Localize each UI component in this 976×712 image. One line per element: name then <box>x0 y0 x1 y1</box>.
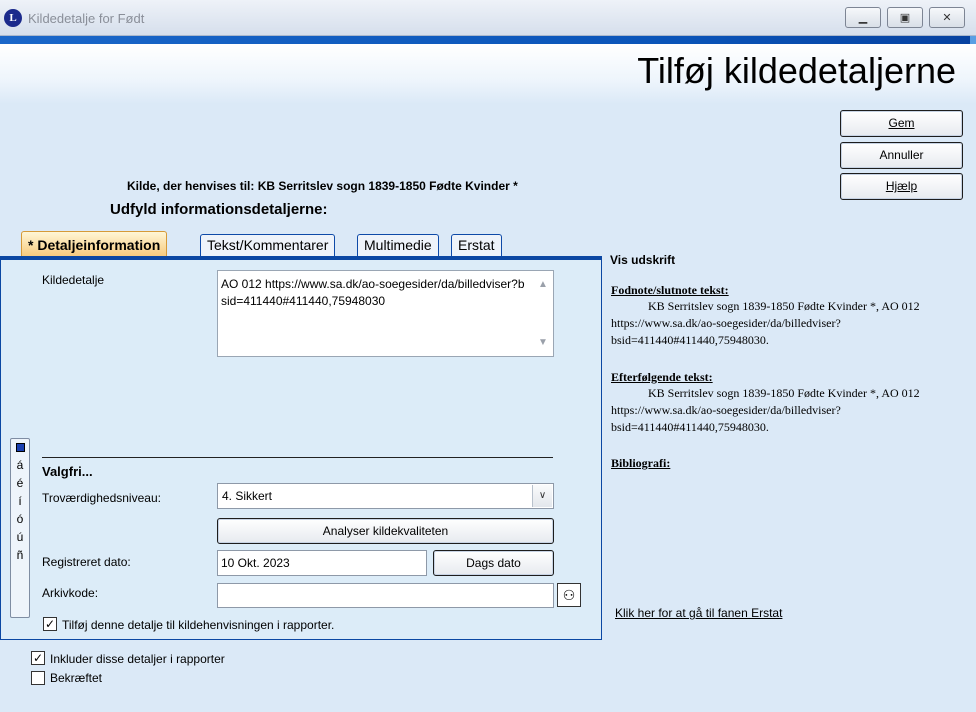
confirmed-checkbox[interactable] <box>31 671 45 685</box>
footnote-heading: Fodnote/slutnote tekst: <box>611 283 729 297</box>
close-icon: ✕ <box>942 12 952 24</box>
tab-multimedia[interactable]: Multimedie <box>357 234 439 256</box>
maximize-button[interactable]: ▣ <box>887 7 923 28</box>
char-u-acute[interactable]: ú <box>17 528 24 546</box>
analyze-quality-label: Analyser kildekvaliteten <box>322 524 449 538</box>
char-e-acute[interactable]: é <box>17 474 24 492</box>
save-button-label: Gem <box>888 116 915 130</box>
optional-heading: Valgfri... <box>42 464 93 479</box>
help-button[interactable]: Hjælp <box>840 173 963 200</box>
cancel-button-label: Annuller <box>879 148 924 162</box>
save-button[interactable]: Gem <box>840 110 963 137</box>
cancel-button[interactable]: Annuller <box>840 142 963 169</box>
registered-date-label: Registreret dato: <box>42 555 131 569</box>
today-date-label: Dags dato <box>466 556 521 570</box>
header-band <box>0 36 976 44</box>
tab-detail-information[interactable]: * Detaljeinformation <box>21 231 168 257</box>
close-button[interactable]: ✕ <box>929 7 965 28</box>
tab-label: Tekst/Kommentarer <box>207 237 329 253</box>
registered-date-value: 10 Okt. 2023 <box>221 556 290 570</box>
tab-label: * Detaljeinformation <box>28 237 161 253</box>
scroll-down-icon[interactable]: ▼ <box>538 334 548 351</box>
footnote-text: KB Serritslev sogn 1839-1850 Fødte Kvind… <box>611 299 920 347</box>
reliability-select[interactable]: 4. Sikkert ∨ <box>217 483 554 509</box>
binoculars-icon: ⚇ <box>562 587 576 603</box>
maximize-icon: ▣ <box>899 12 911 24</box>
binoculars-search-button[interactable]: ⚇ <box>557 583 581 607</box>
tab-label: Erstat <box>458 237 495 253</box>
window-title: Kildedetalje for Født <box>28 11 145 26</box>
toolbar-grip-icon[interactable] <box>15 443 25 452</box>
archive-code-input[interactable] <box>217 583 554 608</box>
chevron-down-icon[interactable]: ∨ <box>532 485 552 507</box>
replace-tab-link[interactable]: Klik her for at gå til fanen Erstat <box>615 606 782 620</box>
reliability-value: 4. Sikkert <box>222 489 273 503</box>
page-title: Tilføj kildedetaljerne <box>637 50 956 91</box>
subsequent-heading: Efterfølgende tekst: <box>611 370 713 384</box>
add-to-reports-label: Tilføj denne detalje til kildehenvisning… <box>62 618 335 632</box>
help-button-label: Hjælp <box>885 179 918 193</box>
minimize-button[interactable]: ▁ <box>845 7 881 28</box>
confirmed-label: Bekræftet <box>50 671 103 685</box>
source-detail-label: Kildedetalje <box>42 273 105 287</box>
fill-in-heading: Udfyld informationsdetaljerne: <box>110 201 328 218</box>
header-band-end <box>970 36 976 44</box>
reliability-label: Troværdighedsniveau: <box>42 491 161 505</box>
app-logo-icon: L <box>4 9 22 27</box>
tab-text-comments[interactable]: Tekst/Kommentarer <box>200 234 336 256</box>
scroll-up-icon[interactable]: ▲ <box>538 276 548 293</box>
add-to-reports-checkbox[interactable]: ✓ <box>43 617 57 631</box>
title-bar: L Kildedetalje for Født ▁ ▣ ✕ <box>0 0 976 36</box>
tab-replace[interactable]: Erstat <box>451 234 502 256</box>
source-detail-textarea[interactable]: AO 012 https://www.sa.dk/ao-soegesider/d… <box>217 270 554 357</box>
preview-title: Vis udskrift <box>610 253 676 267</box>
source-reference: Kilde, der henvises til: KB Serritslev s… <box>127 179 518 193</box>
include-in-reports-checkbox[interactable]: ✓ <box>31 651 45 665</box>
minimize-icon: ▁ <box>858 12 868 24</box>
optional-separator <box>42 457 553 458</box>
source-detail-value: AO 012 https://www.sa.dk/ao-soegesider/d… <box>221 277 525 308</box>
bibliography-heading: Bibliografi: <box>611 456 671 470</box>
tab-label: Multimedie <box>364 237 432 253</box>
today-date-button[interactable]: Dags dato <box>433 550 554 576</box>
char-n-tilde[interactable]: ñ <box>17 546 24 564</box>
char-a-acute[interactable]: á <box>17 456 24 474</box>
special-characters-toolbar: á é í ó ú ñ <box>10 438 30 618</box>
archive-code-label: Arkivkode: <box>42 586 99 600</box>
registered-date-input[interactable]: 10 Okt. 2023 <box>217 550 427 576</box>
textarea-scrollbar[interactable]: ▲ ▼ <box>535 272 552 355</box>
char-o-acute[interactable]: ó <box>17 510 24 528</box>
analyze-quality-button[interactable]: Analyser kildekvaliteten <box>217 518 554 544</box>
char-i-acute[interactable]: í <box>18 492 21 510</box>
include-in-reports-label: Inkluder disse detaljer i rapporter <box>50 652 225 666</box>
subsequent-text: KB Serritslev sogn 1839-1850 Fødte Kvind… <box>611 386 920 434</box>
